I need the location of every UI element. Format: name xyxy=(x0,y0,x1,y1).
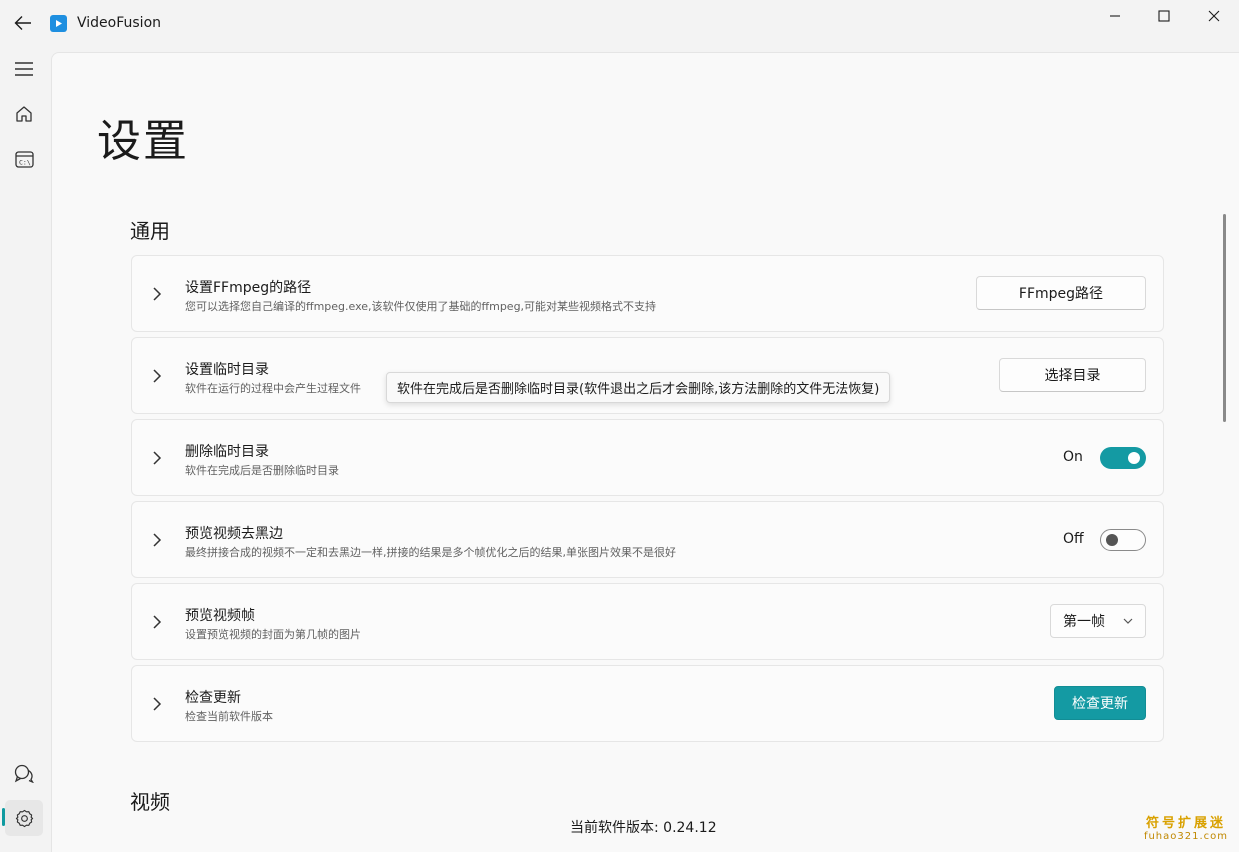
chevron-down-icon xyxy=(1123,618,1133,624)
setting-description: 您可以选择您自己编译的ffmpeg.exe,该软件仅使用了基础的ffmpeg,可… xyxy=(185,300,657,313)
watermark-text: 符号扩展迷 xyxy=(1145,816,1226,831)
app-icon xyxy=(50,15,67,32)
chat-icon xyxy=(14,764,34,783)
chevron-right-icon[interactable] xyxy=(150,284,164,304)
setting-description: 软件在完成后是否删除临时目录 xyxy=(185,464,339,477)
terminal-icon: C:\ xyxy=(14,150,34,168)
chevron-right-icon[interactable] xyxy=(150,448,164,468)
setting-description: 检查当前软件版本 xyxy=(185,710,273,723)
page-title: 设置 xyxy=(97,116,189,167)
setting-title: 检查更新 xyxy=(185,690,241,706)
tooltip: 软件在完成后是否删除临时目录(软件退出之后才会删除,该方法删除的文件无法恢复) xyxy=(386,372,891,403)
dropdown-selected-value: 第一帧 xyxy=(1063,614,1105,630)
nav-settings[interactable] xyxy=(5,800,43,836)
maximize-button[interactable] xyxy=(1139,0,1189,32)
close-icon xyxy=(1208,10,1220,22)
close-button[interactable] xyxy=(1189,0,1239,32)
setting-card-preview-crop[interactable]: 预览视频去黑边 最终拼接合成的视频不一定和去黑边一样,拼接的结果是多个帧优化之后… xyxy=(131,501,1164,578)
setting-description: 设置预览视频的封面为第几帧的图片 xyxy=(185,628,361,641)
version-label: 当前软件版本: 0.24.12 xyxy=(570,820,717,836)
setting-card-ffmpeg-path[interactable]: 设置FFmpeg的路径 您可以选择您自己编译的ffmpeg.exe,该软件仅使用… xyxy=(131,255,1164,332)
toggle-knob xyxy=(1128,452,1140,464)
play-icon xyxy=(56,20,62,27)
chevron-right-icon[interactable] xyxy=(150,612,164,632)
setting-title: 删除临时目录 xyxy=(185,444,269,460)
scrollbar-thumb[interactable] xyxy=(1223,214,1226,422)
preview-crop-toggle[interactable] xyxy=(1100,529,1146,551)
nav-feedback[interactable] xyxy=(5,755,43,791)
watermark-logo: 符号扩展迷 fuhao321.com xyxy=(1138,812,1234,848)
setting-card-preview-frame[interactable]: 预览视频帧 设置预览视频的封面为第几帧的图片 第一帧 xyxy=(131,583,1164,660)
choose-directory-button[interactable]: 选择目录 xyxy=(999,358,1146,392)
home-icon xyxy=(16,106,32,122)
toggle-state-label: Off xyxy=(1063,531,1084,547)
section-title-video: 视频 xyxy=(130,790,170,814)
setting-card-check-update[interactable]: 检查更新 检查当前软件版本 检查更新 xyxy=(131,665,1164,742)
setting-title: 设置临时目录 xyxy=(185,362,269,378)
toggle-state-label: On xyxy=(1063,449,1083,465)
settings-page: 设置 通用 设置FFmpeg的路径 您可以选择您自己编译的ffmpeg.exe,… xyxy=(51,52,1239,852)
ffmpeg-path-button[interactable]: FFmpeg路径 xyxy=(976,276,1146,310)
watermark-url: fuhao321.com xyxy=(1143,831,1229,842)
menu-button[interactable] xyxy=(5,51,43,87)
svg-text:C:\: C:\ xyxy=(19,158,31,166)
minimize-icon xyxy=(1110,15,1120,17)
setting-title: 预览视频帧 xyxy=(185,608,255,624)
setting-title: 设置FFmpeg的路径 xyxy=(185,280,312,296)
minimize-button[interactable] xyxy=(1090,0,1140,32)
nav-terminal[interactable]: C:\ xyxy=(5,141,43,177)
setting-card-delete-temp[interactable]: 删除临时目录 软件在完成后是否删除临时目录 On xyxy=(131,419,1164,496)
toggle-knob xyxy=(1106,534,1118,546)
setting-description: 软件在运行的过程中会产生过程文件 xyxy=(185,382,361,395)
setting-title: 预览视频去黑边 xyxy=(185,526,283,542)
chevron-right-icon[interactable] xyxy=(150,530,164,550)
back-button[interactable] xyxy=(10,10,36,36)
hamburger-icon xyxy=(15,62,33,76)
arrow-left-icon xyxy=(14,16,31,30)
section-title-general: 通用 xyxy=(130,219,170,243)
maximize-icon xyxy=(1158,10,1170,22)
preview-frame-dropdown[interactable]: 第一帧 xyxy=(1050,604,1146,638)
app-title: VideoFusion xyxy=(77,15,162,31)
delete-temp-toggle[interactable] xyxy=(1100,447,1146,469)
chevron-right-icon[interactable] xyxy=(150,694,164,714)
title-bar: VideoFusion xyxy=(0,0,1239,48)
check-update-button[interactable]: 检查更新 xyxy=(1054,686,1146,720)
chevron-right-icon[interactable] xyxy=(150,366,164,386)
setting-description: 最终拼接合成的视频不一定和去黑边一样,拼接的结果是多个帧优化之后的结果,单张图片… xyxy=(185,546,676,559)
nav-home[interactable] xyxy=(5,96,43,132)
gear-icon xyxy=(15,809,33,827)
